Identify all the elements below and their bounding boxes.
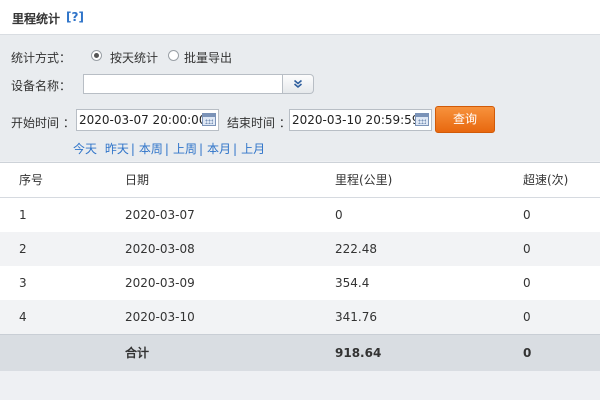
- total-speeding: 0: [523, 346, 532, 360]
- quick-date-links: 今天 昨天 | 本周 | 上周 | 本月 | 上月: [73, 140, 265, 157]
- device-dropdown-button[interactable]: [283, 74, 314, 94]
- cell-mileage: 341.76: [335, 310, 377, 324]
- separator: |: [198, 142, 204, 156]
- device-name-input[interactable]: [83, 74, 283, 94]
- start-time-label: 开始时间 ：: [11, 116, 75, 130]
- cell-mileage: 354.4: [335, 276, 370, 290]
- cell-speeding: 0: [523, 276, 531, 290]
- column-header-mileage[interactable]: 里程(公里): [335, 163, 392, 197]
- cell-index: 3: [19, 276, 27, 290]
- start-time-value: 2020-03-07 20:00:00: [79, 113, 207, 127]
- total-label: 合计: [125, 346, 150, 360]
- separator: |: [164, 142, 169, 156]
- cell-speeding: 0: [523, 310, 531, 324]
- start-time-input[interactable]: 2020-03-07 20:00:00: [76, 109, 219, 131]
- mode-radio-export[interactable]: [168, 50, 179, 61]
- cell-mileage: 222.48: [335, 242, 377, 256]
- calendar-icon[interactable]: [202, 113, 216, 126]
- help-link[interactable]: [?]: [66, 10, 84, 24]
- end-time-value: 2020-03-10 20:59:59: [292, 113, 420, 127]
- separator: |: [233, 142, 238, 156]
- table-total-row: 合计 918.64 0: [0, 334, 600, 371]
- column-header-speeding[interactable]: 超速(次): [523, 163, 568, 197]
- cell-mileage: 0: [335, 208, 343, 222]
- page-title: 里程统计: [12, 12, 61, 26]
- total-mileage: 918.64: [335, 346, 382, 360]
- filter-form: 统计方式： 按天统计 批量导出 设备名称： 开始时间 ： 2020-03-07 …: [0, 35, 600, 161]
- double-chevron-down-icon: [293, 79, 303, 89]
- table-row[interactable]: 1 2020-03-07 0 0: [0, 198, 600, 232]
- table-header: 序号 日期 里程(公里) 超速(次): [0, 163, 600, 198]
- cell-index: 1: [19, 208, 27, 222]
- separator: |: [130, 142, 135, 156]
- cell-index: 4: [19, 310, 27, 324]
- quick-link-this-month[interactable]: 本月: [207, 142, 231, 156]
- end-time-input[interactable]: 2020-03-10 20:59:59: [289, 109, 432, 131]
- quick-link-this-week[interactable]: 本周: [139, 142, 163, 156]
- mode-option-export-label[interactable]: 批量导出: [184, 49, 232, 66]
- column-header-index[interactable]: 序号: [19, 163, 43, 197]
- quick-link-today[interactable]: 今天: [73, 142, 97, 156]
- quick-link-last-week[interactable]: 上周: [173, 142, 197, 156]
- cell-date: 2020-03-07: [125, 208, 195, 222]
- mode-option-daily-label[interactable]: 按天统计: [110, 49, 158, 66]
- end-time-label: 结束时间 ：: [227, 116, 291, 130]
- query-button[interactable]: 查询: [435, 106, 495, 133]
- cell-speeding: 0: [523, 242, 531, 256]
- cell-speeding: 0: [523, 208, 531, 222]
- mode-radio-daily[interactable]: [91, 50, 102, 61]
- title-bar: 里程统计 [?]: [0, 0, 600, 35]
- mode-label: 统计方式：: [11, 51, 72, 65]
- device-label: 设备名称：: [11, 79, 72, 93]
- quick-link-last-month[interactable]: 上月: [241, 142, 265, 156]
- cell-date: 2020-03-09: [125, 276, 195, 290]
- cell-date: 2020-03-10: [125, 310, 195, 324]
- cell-index: 2: [19, 242, 27, 256]
- table-row[interactable]: 2 2020-03-08 222.48 0: [0, 232, 600, 266]
- quick-link-yesterday[interactable]: 昨天: [105, 142, 129, 156]
- table-row[interactable]: 4 2020-03-10 341.76 0: [0, 300, 600, 334]
- cell-date: 2020-03-08: [125, 242, 195, 256]
- calendar-icon[interactable]: [415, 113, 429, 126]
- column-header-date[interactable]: 日期: [125, 163, 149, 197]
- table-row[interactable]: 3 2020-03-09 354.4 0: [0, 266, 600, 300]
